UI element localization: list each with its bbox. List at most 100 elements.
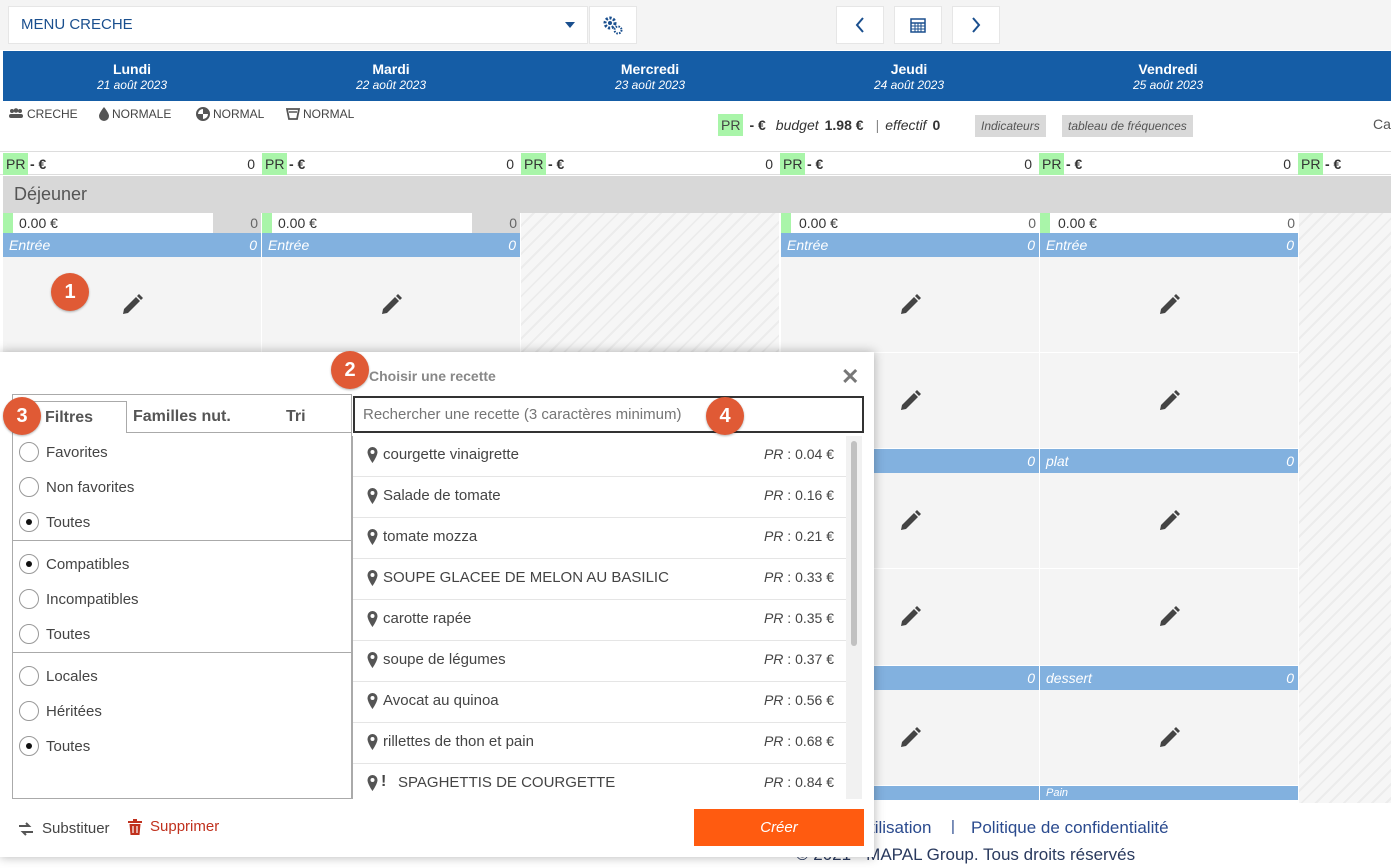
create-button[interactable]: Créer [694,809,864,846]
status-bar [262,213,272,233]
recipe-search-input[interactable] [353,396,864,433]
week-day-header: Lundi 21 août 2023 Mardi 22 août 2023 Merc… [3,51,1391,101]
recipe-name: rillettes de thon et pain [383,733,534,750]
pr-badge: PR [780,153,806,175]
pr-badge: PR [1298,153,1324,175]
edit-pencil-icon[interactable] [898,389,922,413]
filter-panel: Filtres Familles nut. Tri Favorites Non … [12,394,352,799]
column-summary: 0.00 € 0 [3,213,261,233]
radio-toutes-origine[interactable]: Toutes [19,735,90,757]
price-value: 0.37 € [795,651,834,667]
recipe-row[interactable]: courgette vinaigrette PR : 0.04 € [353,436,846,477]
recipe-price: PR : 0.04 € [763,446,834,462]
radio-toutes-compat[interactable]: Toutes [19,623,90,645]
scrollbar-thumb[interactable] [851,441,857,646]
edit-pencil-icon[interactable] [898,293,922,317]
next-week-button[interactable] [952,6,1000,44]
radio-button[interactable] [19,736,39,756]
radio-button[interactable] [19,666,39,686]
recipe-row[interactable]: ! SPAGHETTIS DE COURGETTE PR : 0.84 € [353,764,846,799]
price-value: - € [30,156,47,172]
recipe-list-scrollbar[interactable] [846,436,862,799]
recipe-row[interactable]: rillettes de thon et pain PR : 0.68 € [353,723,846,764]
tab-familles-nut[interactable]: Familles nut. [133,401,231,433]
daily-price-row: PR - €0 PR - €0 PR - €0 PR - €0 PR - €0 PR - € [0,151,1391,175]
dish-cell[interactable] [1040,569,1298,666]
edit-pencil-icon[interactable] [379,293,403,317]
radio-button[interactable] [19,442,39,462]
effectif-label: effectif [885,117,927,133]
daily-price-tuesday: PR - € 0 [259,152,517,176]
radio-button[interactable] [19,554,39,574]
frequency-table-button[interactable]: tableau de fréquences [1062,115,1193,137]
tab-tri[interactable]: Tri [286,401,306,433]
radio-label: Locales [46,667,98,685]
dish-cell[interactable] [1040,690,1298,786]
recipe-row[interactable]: tomate mozza PR : 0.21 € [353,518,846,559]
terms-link[interactable]: tilisation [870,818,931,838]
dish-cell[interactable] [1040,353,1298,449]
recipe-row[interactable]: Avocat au quinoa PR : 0.56 € [353,682,846,723]
substitute-label: Substituer [42,820,110,837]
edit-pencil-icon[interactable] [1157,389,1181,413]
recipe-row[interactable]: SOUPE GLACEE DE MELON AU BASILIC PR : 0.… [353,559,846,600]
section-label: plat [1046,453,1069,469]
menu-select[interactable]: MENU CRECHE [8,6,588,44]
edit-pencil-icon[interactable] [898,605,922,629]
settings-button[interactable] [589,6,637,44]
edit-pencil-icon[interactable] [1157,509,1181,533]
dish-cell[interactable] [1040,257,1298,353]
radio-button[interactable] [19,701,39,721]
radio-toutes-favorites[interactable]: Toutes [19,511,90,533]
recipe-row[interactable]: carotte rapée PR : 0.35 € [353,600,846,641]
radio-button[interactable] [19,624,39,644]
pr-badge: PR [521,153,547,175]
indicateurs-button[interactable]: Indicateurs [975,115,1046,137]
recipe-price: PR : 0.68 € [763,733,834,749]
dialog-title: Choisir une recette [369,368,496,384]
day-header-tuesday: Mardi 22 août 2023 [262,51,520,101]
recipe-row[interactable]: Salade de tomate PR : 0.16 € [353,477,846,518]
price-value: 0.35 € [795,610,834,626]
radio-heritees[interactable]: Héritées [19,700,102,722]
close-icon[interactable]: ✕ [841,366,859,388]
calendar-button[interactable] [894,6,942,44]
dish-cell[interactable] [262,257,520,353]
radio-compatibles[interactable]: Compatibles [19,553,129,575]
tag-label: NORMAL [213,107,265,121]
edit-pencil-icon[interactable] [1157,293,1181,317]
radio-non-favorites[interactable]: Non favorites [19,476,134,498]
privacy-link[interactable]: Politique de confidentialité [971,818,1169,838]
substitute-button[interactable]: Substituer [18,820,110,837]
map-pin-icon [367,775,378,791]
group-icon [9,108,23,118]
delete-button[interactable]: Supprimer [128,818,219,835]
price-value: 0.16 € [795,487,834,503]
radio-button[interactable] [19,589,39,609]
map-pin-icon [367,652,378,668]
radio-favorites[interactable]: Favorites [19,441,108,463]
edit-pencil-icon[interactable] [898,509,922,533]
dish-cell[interactable] [3,257,261,353]
radio-button[interactable] [19,512,39,532]
gears-icon [603,16,623,35]
price-value: 0.84 € [795,774,834,790]
edit-pencil-icon[interactable] [1157,726,1181,750]
radio-locales[interactable]: Locales [19,665,98,687]
count: 0 [1024,156,1032,172]
edit-pencil-icon[interactable] [120,293,144,317]
step-marker-2: 2 [331,351,369,389]
edit-pencil-icon[interactable] [1157,605,1181,629]
column-summary: 0.00 € 0 [1040,213,1298,233]
edit-pencil-icon[interactable] [898,726,922,750]
column-summary: 0.00 € 0 [262,213,520,233]
recipe-row[interactable]: soupe de légumes PR : 0.37 € [353,641,846,682]
dish-cell[interactable] [781,257,1039,353]
chevron-right-icon [972,17,981,33]
radio-button[interactable] [19,477,39,497]
count: 0 [506,156,514,172]
recipe-name: Salade de tomate [383,487,501,504]
previous-week-button[interactable] [836,6,884,44]
radio-incompatibles[interactable]: Incompatibles [19,588,139,610]
dish-cell[interactable] [1040,473,1298,569]
